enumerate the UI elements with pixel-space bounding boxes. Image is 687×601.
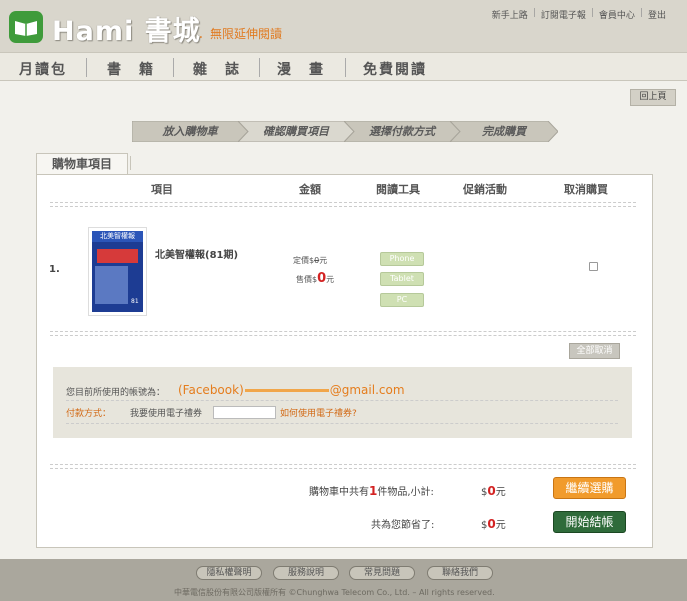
list-price-unit: 元 — [319, 256, 328, 265]
footer-link-privacy[interactable]: 隱私權聲明 — [196, 566, 262, 580]
cover-photo — [95, 266, 128, 304]
account-value: (Facebook) @gmail.com — [178, 383, 405, 397]
col-header-item: 項目 — [151, 183, 173, 196]
back-button[interactable]: 回上頁 — [630, 89, 676, 106]
account-masked-email — [244, 389, 329, 392]
reading-tool-tablet[interactable]: Tablet — [380, 272, 424, 286]
checkout-button[interactable]: 開始結帳 — [553, 511, 626, 533]
step-complete: 完成購買 — [450, 121, 558, 142]
col-header-reading-tools: 閱讀工具 — [376, 183, 420, 196]
nav-divider — [259, 58, 260, 77]
subtotal-value: 0 — [487, 484, 496, 498]
sale-price-label: 售價$ — [296, 275, 318, 284]
voucher-help-link[interactable]: 如何使用電子禮券? — [280, 406, 357, 419]
account-provider: (Facebook) — [178, 383, 244, 397]
top-link-newsletter[interactable]: 訂閱電子報 — [536, 8, 591, 21]
step-label: 完成購買 — [482, 125, 526, 138]
payment-method-label: 付款方式： — [66, 409, 112, 419]
top-link-member-center[interactable]: 會員中心 — [594, 8, 640, 21]
account-payment-box — [53, 367, 632, 438]
cover-issue-number: 81 — [131, 298, 139, 305]
saved-unit: 元 — [495, 520, 506, 531]
list-price: 定價$0元 — [293, 255, 327, 266]
step-add-to-cart: 放入購物車 — [132, 121, 248, 142]
sale-price-unit: 元 — [326, 275, 335, 284]
logo-tagline: ．無限延伸閱讀 — [198, 27, 283, 41]
cart-count-suffix: 件物品,小計: — [377, 487, 434, 498]
book-cover-image[interactable]: 北美智權報 81 — [88, 227, 147, 316]
col-header-promotion: 促銷活動 — [463, 183, 507, 196]
col-header-amount: 金額 — [299, 183, 321, 196]
cover-red-banner — [97, 249, 138, 263]
row-divider — [50, 464, 636, 465]
nav-tab-free-reading[interactable]: 免費閱讀 — [363, 59, 427, 79]
footer-link-contact[interactable]: 聯絡我們 — [427, 566, 493, 580]
account-email-domain: @gmail.com — [329, 383, 405, 397]
col-header-cancel: 取消購買 — [564, 183, 608, 196]
cart-count-label: 購物車中共有1件物品,小計: — [309, 483, 434, 498]
sale-price-value: 0 — [317, 271, 327, 286]
section-tab-cart-items: 購物車項目 — [36, 153, 128, 174]
cart-count-prefix: 購物車中共有 — [309, 487, 369, 498]
top-link-logout[interactable]: 登出 — [643, 8, 671, 21]
nav-tab-monthly[interactable]: 月讀包 — [19, 59, 67, 79]
box-divider — [66, 400, 618, 401]
section-tab-tick — [130, 156, 131, 170]
main-nav: 月讀包 書 籍 雜 誌 漫 畫 免費閱讀 — [0, 52, 687, 81]
row-divider — [50, 335, 636, 336]
logo-book-icon[interactable] — [9, 11, 43, 43]
row-divider — [50, 202, 636, 203]
nav-tab-comics[interactable]: 漫 畫 — [277, 59, 325, 79]
step-label: 確認購買項目 — [263, 125, 329, 138]
row-divider — [50, 468, 636, 469]
list-price-label: 定價$ — [293, 256, 315, 265]
item-index: 1. — [49, 264, 60, 275]
voucher-input[interactable] — [213, 406, 276, 419]
cover-masthead: 北美智權報 — [92, 231, 143, 242]
sale-price: 售價$0元 — [296, 271, 334, 286]
footer-link-faq[interactable]: 常見問題 — [349, 566, 415, 580]
row-divider — [50, 331, 636, 332]
saved-amount: $0元 — [481, 516, 506, 531]
continue-shopping-button[interactable]: 繼續選購 — [553, 477, 626, 499]
nav-divider — [173, 58, 174, 77]
reading-tool-pc[interactable]: PC — [380, 293, 424, 307]
copyright-text: 中華電信股份有限公司版權所有 ©Chunghwa Telecom Co., Lt… — [174, 588, 495, 597]
nav-tab-magazines[interactable]: 雜 誌 — [193, 59, 241, 79]
top-link-beginner[interactable]: 新手上路 — [487, 8, 533, 21]
step-label: 選擇付款方式 — [369, 125, 435, 138]
nav-divider — [345, 58, 346, 77]
box-divider — [66, 423, 618, 424]
row-divider — [50, 206, 636, 207]
reading-tool-phone[interactable]: Phone — [380, 252, 424, 266]
item-title[interactable]: 北美智權報(81期) — [155, 246, 238, 261]
site-header: Hami 書城 ．無限延伸閱讀 新手上路 | 訂閱電子報 | 會員中心 | 登出 — [0, 0, 687, 52]
step-confirm-items: 確認購買項目 — [238, 121, 354, 142]
footer-link-service[interactable]: 服務說明 — [273, 566, 339, 580]
saved-label: 共為您節省了: — [371, 520, 435, 531]
cancel-item-checkbox[interactable] — [589, 262, 598, 271]
subtotal-unit: 元 — [495, 487, 506, 498]
step-payment: 選擇付款方式 — [344, 121, 460, 142]
voucher-label: 我要使用電子禮券 — [130, 409, 203, 419]
account-label: 您目前所使用的帳號為： — [66, 388, 166, 398]
top-links: 新手上路 | 訂閱電子報 | 會員中心 | 登出 — [487, 8, 671, 21]
saved-value: 0 — [487, 517, 496, 531]
subtotal: $0元 — [481, 483, 506, 498]
nav-divider — [86, 58, 87, 77]
nav-tab-books[interactable]: 書 籍 — [107, 59, 155, 79]
logo-text[interactable]: Hami 書城 — [52, 9, 201, 48]
step-label: 放入購物車 — [162, 125, 218, 138]
cancel-all-button[interactable]: 全部取消 — [569, 343, 620, 359]
